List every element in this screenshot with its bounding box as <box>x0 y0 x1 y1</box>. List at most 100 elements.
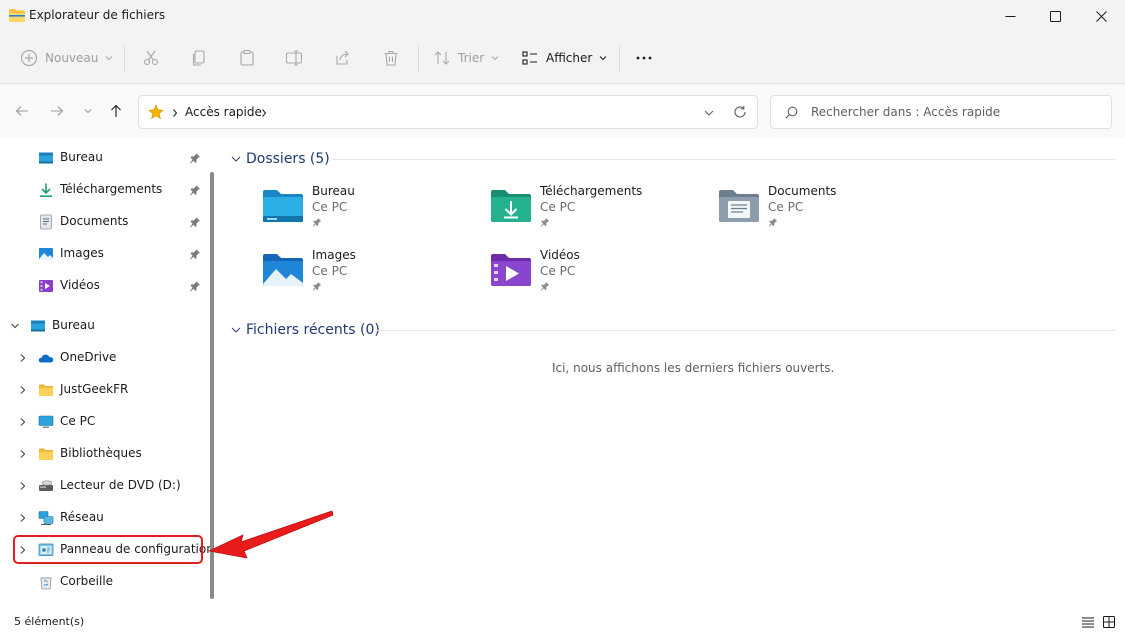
folder-name: Images <box>312 248 356 262</box>
chevron-down-icon <box>106 56 113 61</box>
delete-button[interactable] <box>382 42 400 74</box>
folder-name: Bureau <box>312 184 355 198</box>
chevron-right-icon[interactable] <box>18 481 28 491</box>
maximize-icon <box>1049 10 1061 22</box>
maximize-button[interactable] <box>1032 0 1078 32</box>
forward-button[interactable] <box>47 101 67 121</box>
address-bar[interactable]: Accès rapide <box>138 95 758 129</box>
recycle-bin-icon <box>40 577 52 590</box>
documents-folder-icon <box>719 190 759 222</box>
sidebar-item-downloads-pinned[interactable]: Téléchargements <box>0 176 205 204</box>
sidebar-item-libraries[interactable]: Bibliothèques <box>0 440 205 468</box>
item-count: 5 élément(s) <box>14 615 85 628</box>
folders-section-header[interactable]: Dossiers (5) <box>230 151 330 167</box>
sidebar-item-label: Ce PC <box>60 414 96 428</box>
sidebar-item-recycle-bin[interactable]: Corbeille <box>0 568 205 596</box>
images-icon <box>39 248 53 260</box>
pin-icon[interactable] <box>189 280 201 292</box>
libraries-icon <box>39 448 53 460</box>
view-button[interactable]: Afficher <box>521 42 607 74</box>
copy-icon <box>192 50 205 66</box>
pin-icon <box>768 217 778 227</box>
breadcrumb-quick-access[interactable]: Accès rapide <box>185 105 262 119</box>
sidebar-item-dvd-drive[interactable]: Lecteur de DVD (D:) <box>0 472 205 500</box>
rename-button[interactable] <box>285 42 303 74</box>
sidebar-item-bureau-pinned[interactable]: Bureau <box>0 144 205 172</box>
sidebar-item-documents-pinned[interactable]: Documents <box>0 208 205 236</box>
window-title: Explorateur de fichiers <box>29 8 166 22</box>
recent-section-header[interactable]: Fichiers récents (0) <box>230 322 380 338</box>
pin-icon[interactable] <box>189 248 201 260</box>
copy-button[interactable] <box>190 42 208 74</box>
sort-button-label: Trier <box>458 51 485 65</box>
chevron-right-icon[interactable] <box>18 449 28 459</box>
sort-button[interactable]: Trier <box>433 42 499 74</box>
address-dropdown-icon[interactable] <box>703 107 715 119</box>
folder-tile-downloads[interactable]: Téléchargements Ce PC <box>490 184 710 240</box>
up-button[interactable] <box>106 101 126 121</box>
desktop-folder-icon <box>263 190 303 222</box>
sidebar-item-justgeekfr[interactable]: JustGeekFR <box>0 376 205 404</box>
back-button[interactable] <box>12 101 32 121</box>
pin-icon <box>540 281 550 291</box>
sidebar-item-label: Images <box>60 246 104 260</box>
pin-icon[interactable] <box>189 152 201 164</box>
folder-location: Ce PC <box>312 264 348 278</box>
share-icon <box>336 50 349 65</box>
sidebar-item-network[interactable]: Réseau <box>0 504 205 532</box>
view-list-icon <box>522 51 537 65</box>
share-button[interactable] <box>333 42 351 74</box>
desktop-icon <box>31 320 45 332</box>
close-button[interactable] <box>1078 0 1124 32</box>
folder-tile-bureau[interactable]: Bureau Ce PC <box>262 184 482 240</box>
chevron-right-icon[interactable] <box>18 513 28 523</box>
pin-icon[interactable] <box>189 184 201 196</box>
pin-icon[interactable] <box>189 216 201 228</box>
sidebar-item-videos-pinned[interactable]: Vidéos <box>0 272 205 300</box>
sidebar-item-label: Documents <box>60 214 129 228</box>
chevron-right-icon <box>173 109 178 117</box>
pin-icon <box>540 217 550 227</box>
pc-icon <box>38 415 54 428</box>
chevron-down-icon <box>84 109 92 114</box>
sort-icon <box>434 51 450 65</box>
folders-section-title: Dossiers (5) <box>246 151 330 167</box>
scissors-icon <box>143 50 159 66</box>
pin-icon <box>312 217 322 227</box>
refresh-icon[interactable] <box>733 105 747 119</box>
recent-locations-button[interactable] <box>78 101 98 121</box>
folder-tile-videos[interactable]: Vidéos Ce PC <box>490 248 710 304</box>
chevron-right-icon[interactable] <box>18 417 28 427</box>
add-circle-icon <box>20 49 38 67</box>
folder-tile-images[interactable]: Images Ce PC <box>262 248 482 304</box>
sidebar-item-label: Bureau <box>60 150 103 164</box>
close-icon <box>1095 10 1107 22</box>
sidebar-item-ce-pc[interactable]: Ce PC <box>0 408 205 436</box>
sidebar-item-label: Réseau <box>60 510 104 524</box>
cut-button[interactable] <box>142 42 160 74</box>
chevron-down-icon <box>231 156 241 162</box>
details-view-icon[interactable] <box>1081 615 1095 629</box>
chevron-right-icon[interactable] <box>18 385 28 395</box>
tiles-view-icon[interactable] <box>1102 615 1116 629</box>
recent-empty-message: Ici, nous affichons les derniers fichier… <box>552 361 835 375</box>
folder-icon <box>39 384 53 396</box>
folder-tile-documents[interactable]: Documents Ce PC <box>718 184 938 240</box>
clipboard-icon <box>240 49 254 66</box>
sidebar-item-bureau-root[interactable]: Bureau <box>0 312 205 340</box>
new-button[interactable]: Nouveau <box>20 42 113 74</box>
minimize-button[interactable] <box>987 0 1033 32</box>
sidebar-item-label: Bureau <box>52 318 95 332</box>
search-box[interactable]: Rechercher dans : Accès rapide <box>770 95 1112 129</box>
minimize-icon <box>1005 15 1015 17</box>
folder-location: Ce PC <box>312 200 348 214</box>
folder-location: Ce PC <box>540 200 576 214</box>
annotation-arrow-icon <box>208 510 334 559</box>
sidebar-item-images-pinned[interactable]: Images <box>0 240 205 268</box>
title-bar: Explorateur de fichiers <box>0 0 1125 32</box>
chevron-right-icon[interactable] <box>18 353 28 363</box>
more-options-button[interactable] <box>635 42 653 74</box>
paste-button[interactable] <box>238 42 256 74</box>
sidebar-item-onedrive[interactable]: OneDrive <box>0 344 205 372</box>
chevron-down-icon[interactable] <box>10 321 20 331</box>
